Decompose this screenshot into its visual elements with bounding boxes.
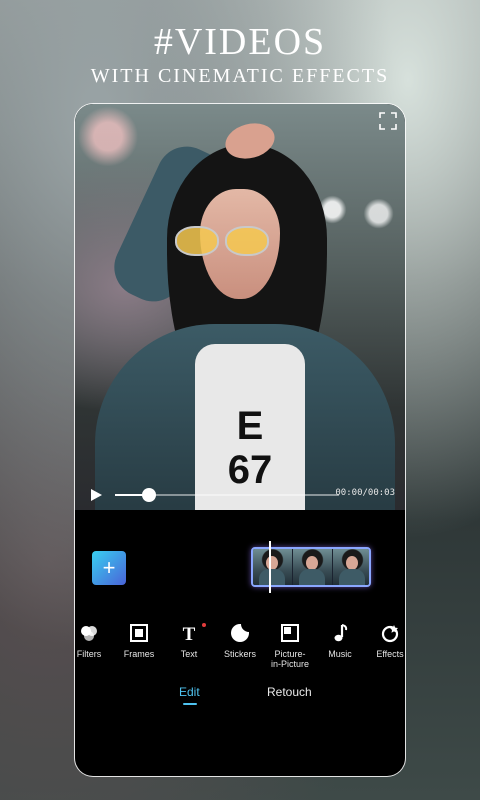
tool-picture-in-picture[interactable]: Picture- in-Picture [263,623,317,669]
filters-icon [81,626,97,641]
tool-filters[interactable]: Filters [75,623,116,659]
phone-frame: E 67 00:00/00:03 + Filters Frames T Text… [75,104,405,776]
new-badge [202,623,206,627]
seek-bar[interactable] [115,488,339,502]
frames-icon [130,624,148,642]
tool-label: Picture- in-Picture [270,649,309,669]
tool-label: Effects [376,649,404,659]
tool-label: Music [328,649,352,659]
playback-controls: 00:00/00:03 [75,482,405,506]
tool-label: Frames [123,649,155,659]
tab-edit[interactable]: Edit [179,685,200,699]
mode-tabs: Edit Retouch [75,685,405,715]
fullscreen-icon[interactable] [379,112,397,130]
clip-thumbnail [293,549,332,585]
stickers-icon [231,624,249,642]
edit-toolbar: Filters Frames T Text Stickers Picture- … [75,623,405,673]
tool-frames[interactable]: Frames [112,623,166,659]
music-icon [334,624,348,642]
photo-shirt-print: E 67 [227,404,273,492]
tool-music[interactable]: Music [313,623,367,659]
picture-in-picture-icon [281,624,299,642]
tool-effects[interactable]: Effects [363,623,405,659]
clip-thumbnail [253,549,292,585]
tab-retouch[interactable]: Retouch [267,685,312,699]
tool-label: Text [180,649,198,659]
promo-subheadline: WITH CINEMATIC EFFECTS [90,65,390,87]
add-clip-button[interactable]: + [92,551,126,585]
svg-text:T: T [183,624,196,643]
promo-headline: #VIDEOS [153,21,327,63]
tool-label: Stickers [223,649,256,659]
tool-stickers[interactable]: Stickers [213,623,267,659]
photo-sunglasses [175,222,271,256]
active-tab-indicator [183,703,197,705]
video-preview[interactable]: E 67 00:00/00:03 [75,104,405,510]
tool-label: Filters [76,649,102,659]
timeline-playhead[interactable] [269,541,271,593]
clip-thumbnail [333,549,369,585]
seek-bar-thumb[interactable] [141,488,156,502]
playback-time: 00:00/00:03 [335,488,395,498]
play-icon[interactable] [89,488,103,502]
tool-text[interactable]: T Text [162,623,216,659]
text-icon: T [183,624,196,643]
effects-icon [381,625,399,643]
